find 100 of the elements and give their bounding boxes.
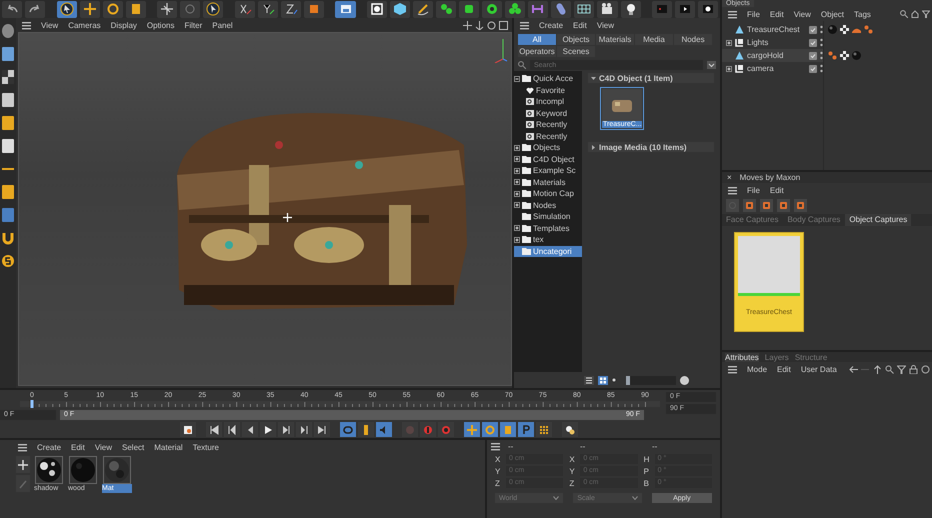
bubbles-icon[interactable]: [565, 424, 575, 434]
search-icon[interactable]: [885, 364, 894, 374]
snap-icon[interactable]: [1, 252, 15, 270]
expander-icon[interactable]: [514, 76, 520, 82]
uvw-checker-icon[interactable]: [840, 51, 849, 60]
expander-icon[interactable]: [514, 190, 520, 197]
menu-item[interactable]: File: [747, 10, 760, 18]
tag-dots-icon[interactable]: [864, 25, 873, 34]
tab[interactable]: Attributes: [725, 352, 759, 362]
menu-item[interactable]: Display: [110, 20, 137, 30]
home-icon[interactable]: [911, 10, 919, 18]
tree-item[interactable]: Materials: [514, 176, 582, 188]
object-row[interactable]: Lights: [722, 36, 823, 49]
visibility-check-icon[interactable]: [809, 52, 817, 60]
tree-item[interactable]: Uncategori: [514, 246, 582, 257]
tree-item[interactable]: Recently: [514, 119, 582, 130]
menu-item[interactable]: Edit: [770, 10, 784, 18]
tree-item[interactable]: Nodes: [514, 200, 582, 211]
menu-item[interactable]: Create: [539, 20, 564, 30]
menu-item[interactable]: Edit: [770, 186, 784, 194]
menu-item[interactable]: View: [41, 20, 58, 30]
pan-icon[interactable]: [463, 20, 472, 30]
point-grid-icon[interactable]: [539, 424, 549, 434]
object-row[interactable]: TreasureChest: [722, 23, 823, 36]
tree-item[interactable]: Keyword: [514, 108, 582, 119]
plus-icon[interactable]: [18, 460, 28, 470]
y-axis-icon[interactable]: [260, 2, 275, 16]
visibility-dots-icon[interactable]: [820, 51, 823, 60]
icon-size-slider[interactable]: [626, 376, 676, 384]
back-arrow-icon[interactable]: [849, 364, 858, 374]
menu-item[interactable]: Filter: [184, 20, 202, 30]
tag-dots-icon[interactable]: [828, 51, 837, 60]
tab[interactable]: Operators: [518, 46, 556, 57]
close-button[interactable]: ×: [727, 173, 732, 182]
expander-icon[interactable]: [514, 156, 520, 162]
first-frame-icon[interactable]: [209, 424, 219, 434]
expander-icon[interactable]: [514, 179, 520, 186]
tab[interactable]: All: [518, 34, 556, 45]
tree-item[interactable]: Example Sc: [514, 165, 582, 176]
menu-item[interactable]: Texture: [192, 442, 219, 452]
spline-icon[interactable]: [531, 2, 546, 16]
checker-icon[interactable]: [1, 68, 15, 86]
menu-item[interactable]: Select: [122, 442, 144, 452]
group-header[interactable]: Image Media (10 Items): [588, 142, 714, 152]
tree-item[interactable]: Incompl: [514, 96, 582, 108]
box-icon[interactable]: [393, 2, 408, 16]
move-icon[interactable]: [82, 2, 97, 16]
orbit-icon[interactable]: [487, 20, 496, 30]
grid-view-icon[interactable]: [598, 376, 608, 384]
maximize-icon[interactable]: [499, 20, 508, 30]
visibility-dots-icon[interactable]: [820, 25, 823, 34]
search-icon[interactable]: [900, 10, 908, 18]
play-icon[interactable]: [263, 424, 273, 434]
pen-icon[interactable]: [416, 2, 430, 16]
z-axis-icon[interactable]: [284, 2, 298, 16]
menu-icon[interactable]: [22, 20, 31, 30]
tree-item[interactable]: Objects: [514, 142, 582, 154]
capsule-icon[interactable]: [554, 2, 568, 16]
menu-icon[interactable]: [728, 186, 737, 194]
visibility-check-icon[interactable]: [809, 26, 817, 34]
menu-item[interactable]: Edit: [573, 20, 587, 30]
render-view-icon[interactable]: [338, 2, 352, 16]
menu-item[interactable]: Cameras: [68, 20, 101, 30]
menu-item[interactable]: Create: [37, 442, 62, 452]
cursor-icon[interactable]: [206, 2, 220, 16]
menu-item[interactable]: Panel: [212, 20, 233, 30]
menu-icon[interactable]: [491, 442, 500, 450]
material-ball-icon[interactable]: [852, 51, 861, 60]
group-header[interactable]: C4D Object (1 Item): [588, 73, 714, 83]
tree-item[interactable]: Templates: [514, 222, 582, 234]
transform-icon[interactable]: [160, 2, 174, 16]
tab[interactable]: Scenes: [557, 46, 595, 57]
rotate-icon[interactable]: [106, 2, 120, 16]
menu-icon[interactable]: [18, 442, 27, 452]
tree-item[interactable]: Quick Acce: [514, 73, 582, 84]
menu-icon[interactable]: [728, 364, 737, 374]
visibility-dots-icon[interactable]: [820, 64, 823, 73]
expander-icon[interactable]: [726, 66, 732, 72]
tree-item[interactable]: Recently: [514, 130, 582, 142]
expander-icon[interactable]: [514, 225, 520, 232]
tab[interactable]: Media: [635, 34, 673, 45]
menu-item[interactable]: User Data: [800, 364, 837, 374]
next-frame-icon[interactable]: [281, 424, 291, 434]
tree-item[interactable]: C4D Object: [514, 154, 582, 165]
menu-icon[interactable]: [728, 10, 737, 18]
last-frame-icon[interactable]: [317, 424, 327, 434]
x-axis-icon[interactable]: [238, 2, 252, 16]
list-view-icon[interactable]: [584, 376, 594, 384]
tab[interactable]: Nodes: [674, 34, 712, 45]
expander-icon[interactable]: [514, 202, 520, 208]
record-settings-icon[interactable]: [183, 424, 193, 434]
uvw-checker-icon[interactable]: [840, 25, 849, 34]
menu-item[interactable]: Mode: [747, 364, 768, 374]
floor-icon[interactable]: [577, 2, 592, 16]
tree-item[interactable]: Favorite: [514, 84, 582, 96]
tree-item[interactable]: Simulation: [514, 211, 582, 222]
next-key-icon[interactable]: [299, 424, 309, 434]
menu-item[interactable]: Options: [146, 20, 174, 30]
filter-icon[interactable]: [922, 10, 930, 18]
dropdown-icon[interactable]: [707, 61, 716, 69]
